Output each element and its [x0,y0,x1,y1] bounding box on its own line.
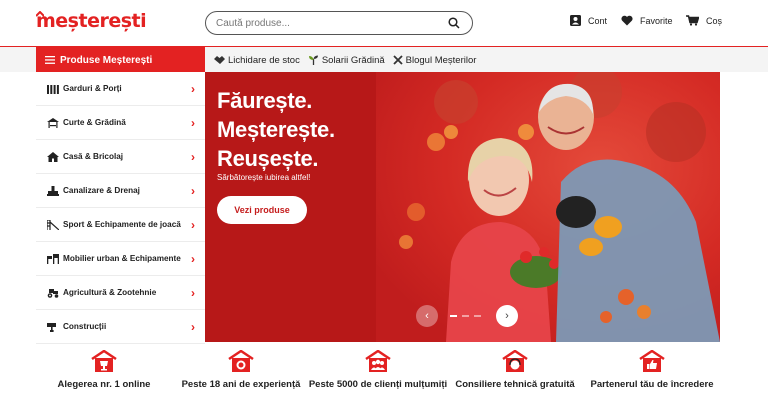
playground-icon [46,219,60,231]
feature-item: Peste 18 ani de experiență [171,350,311,391]
sidebar-item-label: Construcții [63,322,107,331]
sidebar-item-label: Canalizare & Drenaj [63,186,140,195]
heart-icon [621,15,633,26]
sidebar-item-urban-furniture[interactable]: Mobilier urban & Echipamente › [36,242,205,276]
nav-link-greenhouses[interactable]: Solarii Grădină [308,55,385,66]
pipe-icon [46,185,60,197]
bench-icon [46,253,60,265]
nav-link-label: Blogul Meșterilor [405,54,477,66]
chevron-right-icon: › [505,310,509,322]
view-products-button[interactable]: Vezi produse [217,196,307,224]
cart-label: Coș [706,15,723,26]
account-label: Cont [588,15,608,26]
sidebar-item-label: Mobilier urban & Echipamente [63,254,181,263]
sidebar-item-label: Curte & Grădină [63,118,126,127]
people-icon [365,350,391,372]
chevron-right-icon: › [191,285,195,300]
chevron-right-icon: › [191,81,195,96]
cart-link[interactable]: Coș [686,15,722,26]
logo-text: meșterești [36,10,147,32]
hamburger-icon [45,56,55,64]
sidebar-item-fences[interactable]: Garduri & Porți › [36,72,205,106]
hero-title-line: Reușește. [217,146,319,171]
nav-links: Lichidare de stoc Solarii Grădină Blogul… [214,47,476,73]
sidebar-item-label: Sport & Echipamente de joacă [63,220,181,229]
navbar: Produse Meșterești Lichidare de stoc Sol… [0,46,768,73]
features-strip: Alegerea nr. 1 online Peste 18 ani de ex… [0,350,768,405]
carousel-prev-button[interactable]: ‹ [416,305,438,327]
carousel-dot[interactable] [462,315,469,317]
logo-roof-icon [36,11,44,17]
nav-link-blog[interactable]: Blogul Meșterilor [393,54,477,66]
chevron-right-icon: › [191,319,195,334]
handshake-icon [214,56,225,64]
hero-banner: Făurește. Meșterește. Reușește. Sărbător… [205,72,720,342]
sidebar-item-agriculture[interactable]: Agricultură & Zootehnie › [36,276,205,310]
account-link[interactable]: Cont [570,15,607,26]
search-icon[interactable] [446,15,462,31]
search-bar [205,11,473,35]
house-icon [46,151,60,163]
nav-link-clearance[interactable]: Lichidare de stoc [214,55,300,66]
carousel-dot[interactable] [474,315,481,317]
cart-icon [686,15,699,26]
trowel-icon [46,321,60,333]
category-sidebar: Garduri & Porți › Curte & Grădină › Casă… [36,72,205,344]
medal-icon [228,350,254,372]
feature-item: Peste 5000 de clienți mulțumiți [308,350,448,391]
categories-menu-button[interactable]: Produse Meșterești [36,47,205,73]
sprout-icon [308,55,318,65]
chevron-left-icon: ‹ [425,310,429,322]
favorites-label: Favorite [640,15,673,26]
search-input[interactable] [216,17,446,29]
chevron-right-icon: › [191,149,195,164]
logo[interactable]: meșterești [36,9,147,33]
sidebar-item-label: Garduri & Porți [63,84,122,93]
tractor-icon [46,287,60,299]
support-icon [502,350,528,372]
feature-label: Partenerul tău de încredere [590,379,714,390]
categories-menu-label: Produse Meșterești [60,54,153,66]
sidebar-item-label: Agricultură & Zootehnie [63,288,157,297]
fence-icon [46,83,60,95]
carousel-dots [450,315,481,317]
feature-item: Partenerul tău de încredere [582,350,722,391]
hero-photo [376,72,720,342]
favorites-link[interactable]: Favorite [621,15,673,26]
feature-label: Peste 5000 de clienți mulțumiți [308,379,448,390]
header: meșterești Cont Favorite Coș [0,0,768,46]
nav-link-label: Lichidare de stoc [228,54,300,66]
chevron-right-icon: › [191,217,195,232]
sidebar-item-label: Casă & Bricolaj [63,152,124,161]
user-icon [570,15,581,26]
carousel-dot[interactable] [450,315,457,317]
hero-title-line: Meșterește. [217,117,335,142]
hero-title-line: Făurește. [217,88,313,113]
feature-label: Consiliere tehnică gratuită [455,379,575,390]
feature-item: Alegerea nr. 1 online [34,350,174,391]
hero-title: Făurește. Meșterește. Reușește. [217,86,335,173]
chevron-right-icon: › [191,115,195,130]
carousel-next-button[interactable]: › [496,305,518,327]
sidebar-item-home-diy[interactable]: Casă & Bricolaj › [36,140,205,174]
trophy-icon [91,350,117,372]
gazebo-icon [46,117,60,129]
chevron-right-icon: › [191,251,195,266]
sidebar-item-construction[interactable]: Construcții › [36,310,205,344]
feature-item: Consiliere tehnică gratuită [445,350,585,391]
sidebar-item-sport[interactable]: Sport & Echipamente de joacă › [36,208,205,242]
sidebar-item-drainage[interactable]: Canalizare & Drenaj › [36,174,205,208]
nav-link-label: Solarii Grădină [321,54,385,66]
tools-icon [393,55,403,65]
chevron-right-icon: › [191,183,195,198]
sidebar-item-garden[interactable]: Curte & Grădină › [36,106,205,140]
feature-label: Peste 18 ani de experiență [181,379,301,390]
thumbs-up-icon [639,350,665,372]
hero-subtitle: Sărbătorește iubirea altfel! [217,173,311,182]
feature-label: Alegerea nr. 1 online [57,379,151,390]
